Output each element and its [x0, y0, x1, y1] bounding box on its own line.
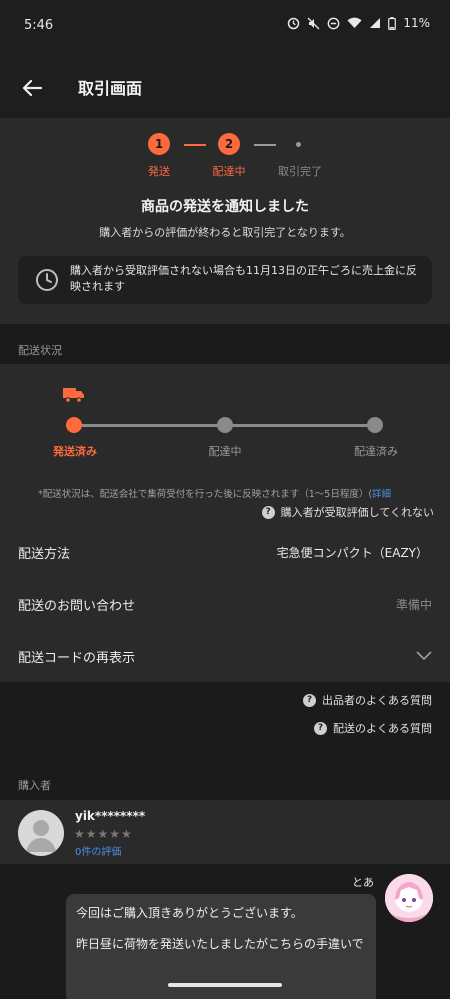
anime-avatar-icon [385, 874, 433, 922]
wifi-icon [347, 17, 362, 28]
message-line-1: 今回はご購入頂きありがとうございます。 [76, 906, 303, 920]
mute-icon [307, 17, 320, 29]
battery-icon [388, 16, 397, 30]
step-1-circle: 1 [148, 133, 170, 155]
status-bar: 5:46 11% [0, 0, 450, 56]
tracking-dot-shipped [66, 417, 82, 433]
buyer-section-label: 購入者 [18, 779, 51, 792]
buyer-avatar[interactable] [18, 810, 64, 856]
user-placeholder-icon [26, 820, 56, 852]
details-link[interactable]: 詳細 [372, 489, 391, 500]
status-time: 5:46 [24, 18, 54, 33]
app-bar: 取引画面 [0, 56, 450, 118]
message-area: とあ 今回はご購入頂きありがとうございます。 昨日昼に荷物を発送いたしましたがこ… [0, 864, 450, 999]
tracking-label-in-transit: 配達中 [208, 445, 242, 458]
tracking-note: *配送状況は、配送会社で集荷受付を行った後に反映されます（1〜5日程度）(詳細 [38, 486, 438, 500]
info-box: 購入者から受取評価されない場合も11月13日の正午ごろに売上金に反映されます [18, 256, 432, 304]
step-3-label: 取引完了 [278, 165, 322, 178]
buyer-card[interactable]: yik******** ★★★★★ 0件の評価 [0, 800, 450, 864]
shipping-faq-label: 配送のよくある質問 [333, 722, 432, 735]
clock-icon [36, 269, 58, 291]
battery-level: 11% [403, 16, 430, 30]
seller-faq-link[interactable]: ? 出品者のよくある質問 [303, 692, 432, 708]
help-buyer-not-rating[interactable]: ? 購入者が受取評価してくれない [261, 504, 434, 520]
shipping-faq-link[interactable]: ? 配送のよくある質問 [314, 720, 432, 736]
truck-icon [63, 388, 84, 403]
tracking-label-shipped: 発送済み [53, 445, 97, 458]
shipping-section-label: 配送状況 [18, 344, 62, 357]
buyer-rating-stars: ★★★★★ [74, 827, 133, 841]
shipping-method-row: 配送方法 宅急便コンパクト（EAZY） [0, 528, 450, 576]
notice-subtitle: 購入者からの評価が終わると取引完了となります。 [99, 226, 351, 239]
shipping-method-label: 配送方法 [18, 547, 71, 562]
status-icons: 11% [287, 16, 430, 30]
shipping-code-label: 配送コードの再表示 [18, 651, 136, 666]
shipping-card: 発送済み 配達中 配達済み *配送状況は、配送会社で集荷受付を行った後に反映され… [0, 364, 450, 682]
step-2-label: 配達中 [212, 165, 246, 178]
step-connector-1 [184, 144, 206, 146]
step-3-dot [296, 142, 301, 147]
transaction-status-card: 1 2 発送 配達中 取引完了 商品の発送を通知しました 購入者からの評価が終わ… [0, 118, 450, 324]
tracking-note-text: *配送状況は、配送会社で集荷受付を行った後に反映されます（1〜5日程度）( [38, 489, 373, 500]
dnd-icon [327, 17, 340, 29]
signal-icon [370, 18, 381, 28]
shipping-inquiry-label: 配送のお問い合わせ [18, 599, 136, 614]
chevron-down-icon [416, 651, 432, 661]
home-indicator[interactable] [168, 983, 282, 987]
back-button[interactable] [16, 72, 48, 104]
buyer-name: yik******** [75, 809, 146, 823]
help-icon: ? [261, 505, 275, 519]
tracking-label-delivered: 配達済み [354, 445, 398, 458]
arrow-left-icon [22, 79, 42, 97]
message-line-2: 昨日昼に荷物を発送いたしましたがこちらの手違いで [76, 937, 364, 951]
seller-faq-label: 出品者のよくある質問 [322, 694, 432, 707]
info-text: 購入者から受取評価されない場合も11月13日の正午ごろに売上金に反映されます [70, 264, 417, 293]
step-2-circle: 2 [218, 133, 240, 155]
tracking-dot-delivered [367, 417, 383, 433]
buyer-rating-count[interactable]: 0件の評価 [75, 843, 121, 858]
notice-title: 商品の発送を通知しました [141, 199, 309, 215]
seller-avatar[interactable] [385, 874, 433, 922]
help-buyer-not-rating-label: 購入者が受取評価してくれない [280, 506, 434, 519]
shipping-code-row[interactable]: 配送コードの再表示 [0, 632, 450, 680]
shipping-inquiry-value: 準備中 [395, 598, 432, 612]
step-connector-2 [254, 144, 276, 146]
sync-icon [288, 17, 300, 29]
help-icon: ? [314, 721, 327, 735]
help-icon: ? [303, 693, 316, 707]
message-sender-name: とあ [352, 876, 374, 889]
page-title: 取引画面 [78, 79, 143, 98]
shipping-method-value: 宅急便コンパクト（EAZY） [276, 546, 428, 560]
step-1-label: 発送 [148, 165, 170, 178]
tracking-dot-in-transit [217, 417, 233, 433]
shipping-inquiry-row[interactable]: 配送のお問い合わせ 準備中 [0, 580, 450, 628]
